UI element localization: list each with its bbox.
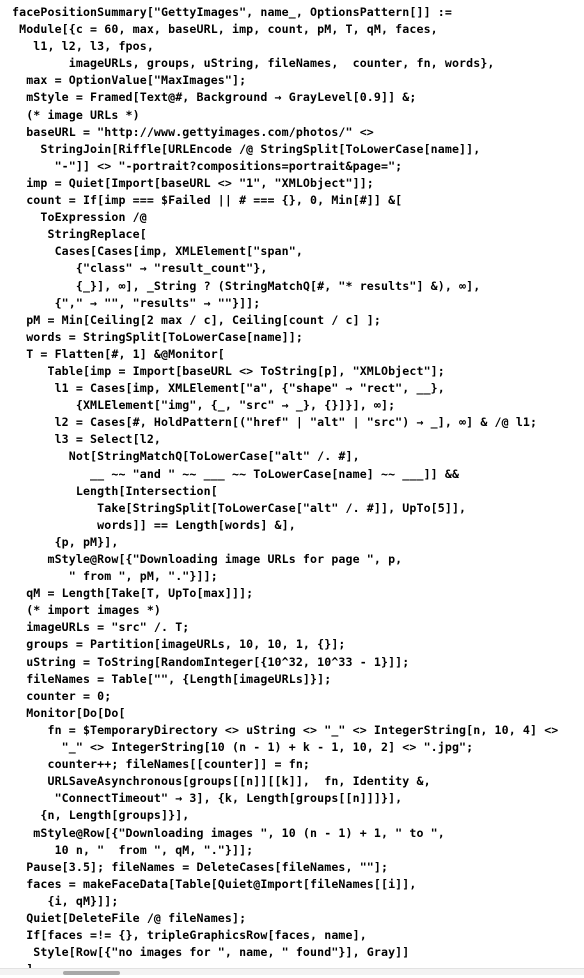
notebook-code-cell[interactable]: facePositionSummary["GettyImages", name_… xyxy=(0,0,584,978)
code-line: ToExpression /@ xyxy=(12,210,147,225)
code-line: count = If[imp === $Failed || # === {}, … xyxy=(12,193,403,208)
code-line: words = StringSplit[ToLowerCase[name]]; xyxy=(12,329,303,344)
code-line: {"," → "", "results" → ""}]]; xyxy=(12,295,261,310)
code-line: {_}], ∞], _String ? (StringMatchQ[#, "* … xyxy=(12,278,481,293)
code-line: "_" <> IntegerString[10 (n - 1) + k - 1,… xyxy=(12,740,474,755)
code-line: imageURLs = "src" /. T; xyxy=(12,620,190,635)
code-line: groups = Partition[imageURLs, 10, 10, 1,… xyxy=(12,637,346,652)
code-line: __ ~~ "and " ~~ ___ ~~ ToLowerCase[name]… xyxy=(12,466,460,481)
code-line: StringReplace[ xyxy=(12,227,147,242)
code-line: mStyle@Row[{"Downloading image URLs for … xyxy=(12,552,403,566)
code-line: "-"]] <> "-portrait?compositions=portrai… xyxy=(12,158,403,173)
code-line: l1, l2, l3, fpos, xyxy=(12,39,154,54)
code-line: {i, qM}]]; xyxy=(12,893,119,908)
code-line: facePositionSummary["GettyImages", name_… xyxy=(12,5,452,19)
code-line: Quiet[DeleteFile /@ fileNames]; xyxy=(12,910,247,925)
horizontal-scrollbar[interactable] xyxy=(0,968,584,975)
code-line: " from ", pM, "."}]]; xyxy=(12,569,218,584)
code-line: uString = ToString[RandomInteger[{10^32,… xyxy=(12,654,410,669)
code-line: counter = 0; xyxy=(12,688,112,703)
code-line: l1 = Cases[imp, XMLElement["a", {"shape"… xyxy=(12,381,445,396)
code-line: Length[Intersection[ xyxy=(12,483,218,498)
code-line: Pause[3.5]; fileNames = DeleteCases[file… xyxy=(12,859,389,874)
code-line: 10 n, " from ", qM, "."}]]; xyxy=(12,842,254,857)
code-line: Module[{c = 60, max, baseURL, imp, count… xyxy=(12,22,438,37)
code-line: imageURLs, groups, uString, fileNames, c… xyxy=(12,56,495,71)
code-line: faces = makeFaceData[Table[Quiet@Import[… xyxy=(12,876,417,891)
code-line: If[faces =!= {}, tripleGraphicsRow[faces… xyxy=(12,928,367,943)
code-line: Monitor[Do[Do[ xyxy=(12,705,126,720)
code-line: qM = Length[Take[T, UpTo[max]]]; xyxy=(12,586,254,601)
code-line: l3 = Select[l2, xyxy=(12,432,162,447)
code-line: fn = $TemporaryDirectory <> uString <> "… xyxy=(12,722,559,737)
code-line: URLSaveAsynchronous[groups[[n]][[k]], fn… xyxy=(12,774,431,789)
code-line: StringJoin[Riffle[URLEncode /@ StringSpl… xyxy=(12,141,481,156)
code-line: counter++; fileNames[[counter]] = fn; xyxy=(12,757,311,772)
code-line: baseURL = "http://www.gettyimages.com/ph… xyxy=(12,124,374,139)
code-line: T = Flatten[#, 1] &@Monitor[ xyxy=(12,346,225,361)
code-line: imp = Quiet[Import[baseURL <> "1", "XMLO… xyxy=(12,175,374,190)
code-line: {"class" → "result_count"}, xyxy=(12,261,268,276)
code-line: Cases[Cases[imp, XMLElement["span", xyxy=(12,244,303,259)
code-line: words]] == Length[words] &], xyxy=(12,517,296,532)
code-line: Not[StringMatchQ[ToLowerCase["alt" /. #]… xyxy=(12,449,360,464)
code-line: Style[Row[{"no images for ", name, " fou… xyxy=(12,945,410,960)
code-line: Table[imp = Import[baseURL <> ToString[p… xyxy=(12,363,445,378)
code-line: l2 = Cases[#, HoldPattern[("href" | "alt… xyxy=(12,415,538,430)
code-block[interactable]: facePositionSummary["GettyImages", name_… xyxy=(0,0,584,978)
code-line: Take[StringSplit[ToLowerCase["alt" /. #]… xyxy=(12,500,467,515)
horizontal-scrollbar-thumb[interactable] xyxy=(63,971,120,975)
code-line: (* import images *) xyxy=(12,603,162,618)
code-line: fileNames = Table["", {Length[imageURLs]… xyxy=(12,671,332,686)
code-line: mStyle = Framed[Text@#, Background → Gra… xyxy=(12,90,417,105)
code-line: {p, pM}], xyxy=(12,534,119,549)
code-line: {n, Length[groups]}], xyxy=(12,808,190,823)
code-line: mStyle@Row[{"Downloading images ", 10 (n… xyxy=(12,825,445,840)
code-line: max = OptionValue["MaxImages"]; xyxy=(12,73,247,88)
code-line: "ConnectTimeout" → 3], {k, Length[groups… xyxy=(12,791,403,806)
code-line: {XMLElement["img", {_, "src" → _}, {}]}]… xyxy=(12,398,396,413)
code-line: (* image URLs *) xyxy=(12,107,140,122)
code-line: pM = Min[Ceiling[2 max / c], Ceiling[cou… xyxy=(12,312,381,327)
